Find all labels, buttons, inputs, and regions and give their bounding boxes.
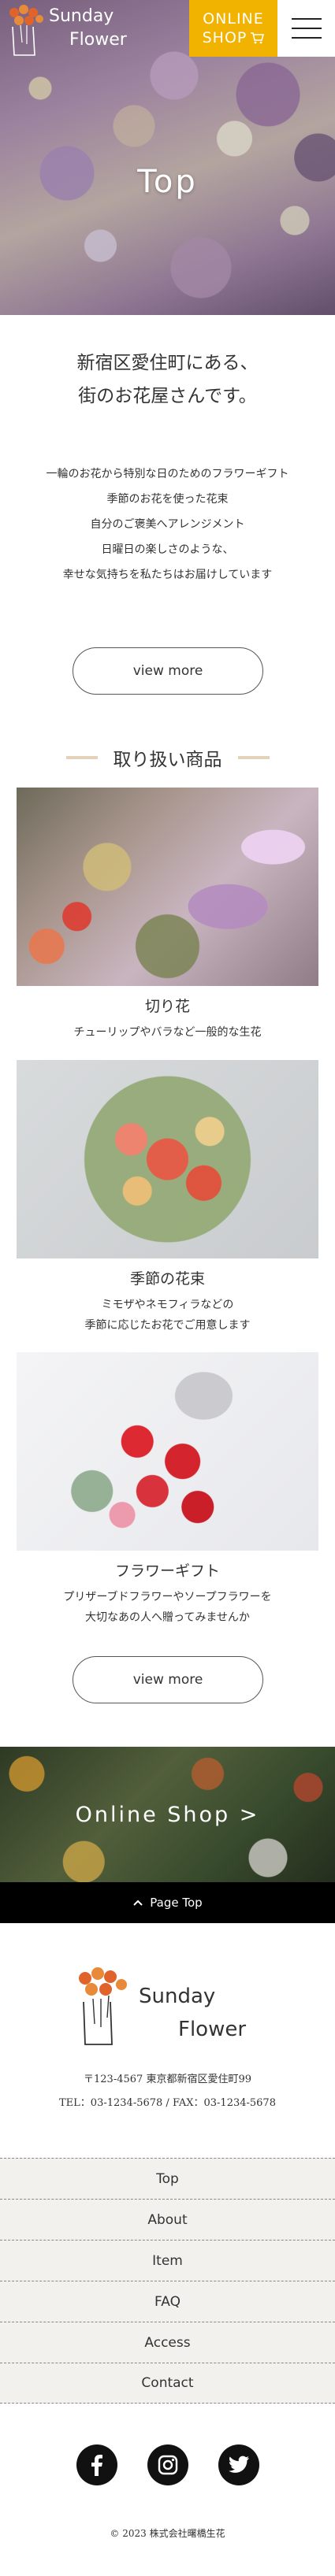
online-shop-label-line1: ONLINE bbox=[203, 10, 264, 28]
footer-nav-access[interactable]: Access bbox=[0, 2322, 335, 2363]
logo[interactable]: Sunday Flower bbox=[5, 5, 154, 60]
footer-nav-faq[interactable]: FAQ bbox=[0, 2281, 335, 2322]
intro-line: 幸せな気持ちを私たちはお届けしています bbox=[62, 569, 273, 581]
product-description-line: ミモザやネモフィラなどの bbox=[101, 1299, 234, 1311]
product-card-cut-flowers[interactable]: 切り花 チューリップやバラなど一般的な生花 bbox=[17, 788, 318, 1043]
flower-gift-photo bbox=[17, 1352, 318, 1551]
product-description: チューリップやバラなど一般的な生花 bbox=[17, 1022, 318, 1043]
page-title: Top bbox=[137, 164, 198, 200]
footer-address: 〒123-4567 東京都新宿区愛住町99 bbox=[84, 2074, 251, 2085]
instagram-icon[interactable] bbox=[147, 2444, 188, 2485]
menu-bar bbox=[291, 18, 322, 20]
product-card-seasonal-bouquet[interactable]: 季節の花束 ミモザやネモフィラなどの 季節に応じたお花でご用意します bbox=[17, 1060, 318, 1336]
intro-heading: 新宿区愛住町にある、 街のお花屋さんです。 bbox=[0, 347, 335, 413]
intro-line: 一輪のお花から特別な日のためのフラワーギフト bbox=[46, 468, 289, 480]
flower-logo-icon bbox=[79, 1967, 127, 2045]
products-section-title: 取り扱い商品 bbox=[0, 742, 335, 773]
about-view-more-button[interactable]: view more bbox=[73, 647, 263, 695]
logo-text-line2: Flower bbox=[69, 30, 127, 50]
page-top-button[interactable]: Page Top bbox=[0, 1882, 335, 1923]
menu-bar bbox=[291, 37, 322, 39]
product-description-line: プリザーブドフラワーやソープフラワーを bbox=[63, 1591, 272, 1603]
intro-heading-line2: 街のお花屋さんです。 bbox=[78, 386, 257, 406]
product-name: フラワーギフト bbox=[114, 1562, 220, 1580]
footer-nav-top[interactable]: Top bbox=[0, 2158, 335, 2199]
title-decoration bbox=[65, 756, 98, 759]
products-view-more-button[interactable]: view more bbox=[73, 1656, 263, 1703]
product-description-line: 季節に応じたお花でご用意します bbox=[84, 1319, 251, 1332]
title-decoration bbox=[237, 756, 270, 759]
logo-text-line1: Sunday bbox=[49, 6, 114, 26]
product-description-line: チューリップやバラなど一般的な生花 bbox=[73, 1026, 262, 1039]
products-title-text: 取り扱い商品 bbox=[113, 750, 222, 770]
intro-line: 自分のご褒美へアレンジメント bbox=[90, 518, 245, 531]
seasonal-bouquet-photo bbox=[17, 1060, 318, 1258]
intro-heading-line1: 新宿区愛住町にある、 bbox=[76, 353, 259, 373]
cart-icon bbox=[251, 32, 265, 44]
footer-nav-contact[interactable]: Contact bbox=[0, 2363, 335, 2404]
product-name: 季節の花束 bbox=[129, 1270, 205, 1288]
product-description-line: 大切なあの人へ贈ってみませんか bbox=[85, 1611, 250, 1624]
footer-logo-line2: Flower bbox=[178, 2018, 247, 2041]
online-shop-banner[interactable]: Online Shop > bbox=[0, 1747, 335, 1882]
footer-nav: Top About Item FAQ Access Contact bbox=[0, 2158, 335, 2404]
cut-flowers-photo bbox=[17, 788, 318, 986]
footer-nav-about[interactable]: About bbox=[0, 2199, 335, 2240]
online-shop-banner-label: Online Shop > bbox=[75, 1802, 260, 1827]
flower-logo-icon bbox=[9, 5, 43, 56]
product-description: プリザーブドフラワーやソープフラワーを 大切なあの人へ贈ってみませんか bbox=[17, 1587, 318, 1628]
page-top-label: Page Top bbox=[150, 1896, 203, 1910]
intro-line: 季節のお花を使った花束 bbox=[106, 493, 229, 506]
twitter-icon[interactable] bbox=[218, 2444, 259, 2485]
online-shop-button[interactable]: ONLINE SHOP bbox=[189, 0, 277, 57]
product-description: ミモザやネモフィラなどの 季節に応じたお花でご用意します bbox=[17, 1295, 318, 1336]
product-card-flower-gift[interactable]: フラワーギフト プリザーブドフラワーやソープフラワーを 大切なあの人へ贈ってみま… bbox=[17, 1352, 318, 1628]
intro-line: 日曜日の楽しさのような、 bbox=[101, 543, 234, 556]
chevron-up-icon bbox=[133, 1900, 143, 1906]
intro-text: 一輪のお花から特別な日のためのフラワーギフト 季節のお花を使った花束 自分のご褒… bbox=[0, 461, 335, 587]
copyright: © 2023 株式会社曙橋生花 bbox=[110, 2528, 225, 2539]
footer-address-block: 〒123-4567 東京都新宿区愛住町99 TEL：03-1234-5678 /… bbox=[0, 2068, 335, 2115]
footer-nav-item[interactable]: Item bbox=[0, 2240, 335, 2281]
social-links bbox=[0, 2444, 335, 2485]
footer-logo[interactable]: Sunday Flower bbox=[74, 1967, 263, 2054]
facebook-icon[interactable] bbox=[76, 2444, 117, 2485]
online-shop-label-line2: SHOP bbox=[202, 29, 248, 46]
hamburger-menu-button[interactable] bbox=[277, 0, 335, 57]
hero-section: Sunday Flower ONLINE SHOP Top bbox=[0, 0, 335, 315]
footer-logo-line1: Sunday bbox=[139, 1985, 216, 2008]
product-name: 切り花 bbox=[144, 998, 190, 1015]
menu-bar bbox=[291, 28, 322, 29]
footer-phone: TEL：03-1234-5678 / FAX：03-1234-5678 bbox=[59, 2097, 276, 2109]
